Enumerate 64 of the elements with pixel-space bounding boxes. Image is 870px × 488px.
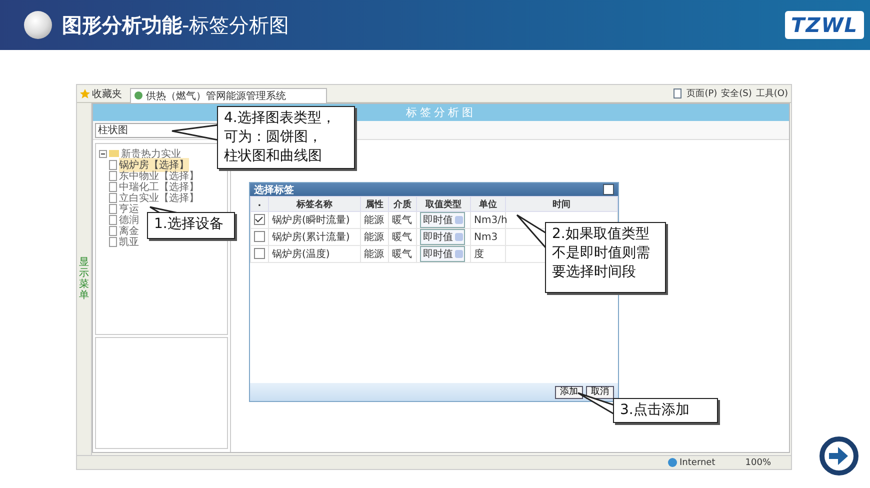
star-icon — [80, 88, 90, 98]
table-cell: 暖气 — [388, 212, 416, 228]
table-cell: 能源 — [360, 212, 388, 228]
table-cell: 锅炉房(温度) — [268, 246, 360, 262]
collapse-icon[interactable] — [99, 150, 107, 158]
tree-item[interactable]: 德润 — [119, 212, 139, 226]
table-cell: 暖气 — [388, 228, 416, 246]
toolbar-menu[interactable]: 工具(O) — [756, 87, 788, 100]
table-cell: 能源 — [360, 246, 388, 262]
slide-subtitle: -标签分析图 — [182, 12, 290, 38]
globe-icon — [668, 458, 677, 467]
toolbar-menu[interactable]: 安全(S) — [721, 87, 752, 100]
column-header: 介质 — [388, 196, 416, 212]
tree-item[interactable]: 亨运 — [119, 202, 139, 216]
column-header: 时间 — [506, 196, 618, 212]
page-icon — [134, 91, 143, 100]
add-button[interactable]: 添加 — [555, 386, 583, 398]
value-type-dropdown[interactable]: 即时值 — [420, 212, 465, 228]
close-icon[interactable] — [603, 184, 614, 195]
callout-pointer — [516, 214, 547, 250]
column-header: 标签名称 — [268, 196, 360, 212]
caret-icon — [455, 216, 463, 224]
checkbox[interactable] — [254, 248, 265, 260]
table-cell: 度 — [470, 246, 506, 262]
column-header: 单位 — [470, 196, 506, 212]
column-header: 属性 — [360, 196, 388, 212]
toolbar-menu[interactable]: 页面(P) — [686, 87, 718, 100]
checkbox[interactable] — [254, 214, 265, 226]
table-cell: 锅炉房(瞬时流量) — [268, 212, 360, 228]
caret-icon — [455, 250, 463, 258]
tree-item[interactable]: 新贵热力实业 — [121, 146, 181, 160]
tree-item[interactable]: 锅炉房【选择】 — [119, 158, 189, 172]
callout-text: 4.选择图表类型， 可为：圆饼图， 柱状图和曲线图 — [217, 106, 355, 169]
table-cell: 能源 — [360, 228, 388, 246]
table-cell: Nm3/h — [470, 212, 506, 228]
callout-text: 2.如果取值类型 不是即时值则需 要选择时间段 — [545, 222, 666, 293]
favorites-button[interactable]: 收藏夹 — [80, 86, 126, 100]
zoom-level[interactable]: 100% — [745, 458, 771, 468]
company-logo: TZWL — [785, 11, 864, 39]
tree-item[interactable]: 离金 — [119, 224, 139, 238]
caret-icon — [455, 233, 463, 241]
column-header: 取值类型 — [416, 196, 470, 212]
zone-status: Internet — [668, 458, 716, 468]
dialog-title: 选择标签 — [254, 184, 295, 196]
tree-item[interactable]: 凯亚 — [119, 234, 139, 248]
checkbox[interactable] — [254, 231, 265, 242]
tree-item[interactable]: 中瑞化工【选择】 — [119, 180, 199, 194]
cancel-button[interactable]: 取消 — [586, 386, 614, 398]
value-type-dropdown[interactable]: 即时值 — [420, 246, 465, 262]
slide-title: 图形分析功能 — [62, 12, 182, 38]
value-type-dropdown[interactable]: 即时值 — [420, 229, 465, 245]
next-arrow-button[interactable] — [819, 436, 859, 476]
browser-tab[interactable]: 供热（燃气）管网能源管理系统 — [130, 88, 327, 102]
column-header: . — [250, 196, 268, 212]
side-menu-label[interactable]: 显示菜单 — [79, 257, 89, 301]
table-cell: Nm3 — [470, 228, 506, 246]
tree-item[interactable]: 东中物业【选择】 — [119, 168, 199, 182]
side-menu-strip[interactable]: 显示菜单 — [77, 103, 92, 455]
folder-icon — [109, 150, 119, 157]
table-cell: 暖气 — [388, 246, 416, 262]
tree-item[interactable]: 立白实业【选择】 — [119, 190, 199, 204]
page-icon[interactable] — [672, 88, 683, 99]
table-cell: 锅炉房(累计流量) — [268, 228, 360, 246]
sphere-icon — [24, 11, 52, 39]
